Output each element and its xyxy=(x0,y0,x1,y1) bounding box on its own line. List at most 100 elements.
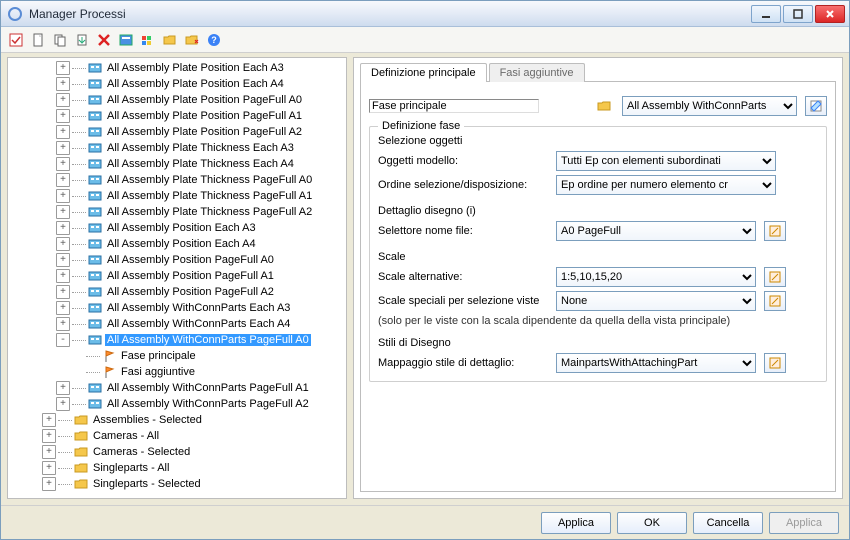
tree-item-label[interactable]: All Assembly Plate Position PageFull A2 xyxy=(105,126,304,138)
tree-item-label[interactable]: Cameras - Selected xyxy=(91,446,192,458)
toolbar-tile-icon[interactable] xyxy=(117,31,135,49)
selettore-select[interactable]: A0 PageFull xyxy=(556,221,756,241)
tree-row[interactable]: + All Assembly Position PageFull A2 xyxy=(10,284,344,300)
tree-item-label[interactable]: Cameras - All xyxy=(91,430,161,442)
expand-toggle-icon[interactable]: + xyxy=(56,157,70,171)
tree-item-label[interactable]: All Assembly Plate Thickness Each A4 xyxy=(105,158,296,170)
tree-row[interactable]: + All Assembly Plate Position PageFull A2 xyxy=(10,124,344,140)
tree-item-label[interactable]: Singleparts - Selected xyxy=(91,478,203,490)
tree-row[interactable]: + Cameras - Selected xyxy=(10,444,344,460)
tree-row[interactable]: + All Assembly Plate Thickness Each A4 xyxy=(10,156,344,172)
expand-toggle-icon[interactable]: + xyxy=(56,109,70,123)
expand-toggle-icon[interactable]: - xyxy=(56,333,70,347)
tree-item-label[interactable]: All Assembly WithConnParts PageFull A1 xyxy=(105,382,311,394)
scale-alt-edit-button[interactable] xyxy=(764,267,786,287)
tree-row[interactable]: + All Assembly Plate Thickness PageFull A… xyxy=(10,172,344,188)
cancel-button[interactable]: Cancella xyxy=(693,512,763,534)
tree-row[interactable]: Fasi aggiuntive xyxy=(10,364,344,380)
tree-item-label[interactable]: All Assembly Position Each A3 xyxy=(105,222,258,234)
tree-item-label[interactable]: All Assembly Plate Thickness PageFull A2 xyxy=(105,206,314,218)
expand-toggle-icon[interactable]: + xyxy=(56,317,70,331)
expand-toggle-icon[interactable]: + xyxy=(56,205,70,219)
expand-toggle-icon[interactable]: + xyxy=(56,237,70,251)
tab-main[interactable]: Definizione principale xyxy=(360,63,487,82)
expand-toggle-icon[interactable]: + xyxy=(56,93,70,107)
expand-toggle-icon[interactable]: + xyxy=(56,77,70,91)
expand-toggle-icon[interactable]: + xyxy=(56,141,70,155)
tree-item-label[interactable]: All Assembly Position PageFull A0 xyxy=(105,254,276,266)
mapping-select[interactable]: MainpartsWithAttachingPart xyxy=(556,353,756,373)
toolbar-new-icon[interactable] xyxy=(29,31,47,49)
tree-row[interactable]: + All Assembly Plate Thickness Each A3 xyxy=(10,140,344,156)
tree-item-label[interactable]: Fasi aggiuntive xyxy=(119,366,197,378)
tree-item-label[interactable]: All Assembly WithConnParts PageFull A2 xyxy=(105,398,311,410)
tree-row[interactable]: +Assemblies - Selected xyxy=(10,412,344,428)
tree-item-label[interactable]: All Assembly Position PageFull A1 xyxy=(105,270,276,282)
toolbar-help-icon[interactable]: ? xyxy=(205,31,223,49)
tree-item-label[interactable]: All Assembly Plate Position Each A3 xyxy=(105,62,286,74)
expand-toggle-icon[interactable]: + xyxy=(56,61,70,75)
tree-row[interactable]: + Cameras - All xyxy=(10,428,344,444)
tree-row[interactable]: +Singleparts - Selected xyxy=(10,476,344,492)
expand-toggle-icon[interactable]: + xyxy=(56,381,70,395)
tree-row[interactable]: + All Assembly Plate Position Each A3 xyxy=(10,60,344,76)
selettore-edit-button[interactable] xyxy=(764,221,786,241)
scale-spec-edit-button[interactable] xyxy=(764,291,786,311)
tree[interactable]: + All Assembly Plate Position Each A3 + All… xyxy=(10,60,344,496)
tree-row[interactable]: + All Assembly Position PageFull A1 xyxy=(10,268,344,284)
tree-item-label[interactable]: Fase principale xyxy=(119,350,198,362)
tree-item-label[interactable]: All Assembly Plate Position PageFull A0 xyxy=(105,94,304,106)
tree-item-label[interactable]: All Assembly Plate Position Each A4 xyxy=(105,78,286,90)
toolbar-select-icon[interactable] xyxy=(7,31,25,49)
tree-row[interactable]: + All Assembly WithConnParts PageFull A1 xyxy=(10,380,344,396)
tree-item-label[interactable]: All Assembly WithConnParts Each A3 xyxy=(105,302,292,314)
tree-row[interactable]: + All Assembly WithConnParts Each A3 xyxy=(10,300,344,316)
toolbar-import-icon[interactable] xyxy=(73,31,91,49)
tree-item-label[interactable]: All Assembly WithConnParts Each A4 xyxy=(105,318,292,330)
tree-item-label[interactable]: All Assembly WithConnParts PageFull A0 xyxy=(105,334,311,346)
main-step-edit-button[interactable] xyxy=(805,96,827,116)
expand-toggle-icon[interactable]: + xyxy=(42,445,56,459)
tree-row[interactable]: + All Assembly WithConnParts Each A4 xyxy=(10,316,344,332)
tree-row[interactable]: - All Assembly WithConnParts PageFull A0 xyxy=(10,332,344,348)
toolbar-color-icon[interactable] xyxy=(139,31,157,49)
expand-toggle-icon[interactable]: + xyxy=(56,125,70,139)
ordine-select[interactable]: Ep ordine per numero elemento cr xyxy=(556,175,776,195)
ok-button[interactable]: OK xyxy=(617,512,687,534)
expand-toggle-icon[interactable]: + xyxy=(56,397,70,411)
expand-toggle-icon[interactable]: + xyxy=(42,461,56,475)
tree-item-label[interactable]: All Assembly Plate Thickness Each A3 xyxy=(105,142,296,154)
scale-spec-select[interactable]: None xyxy=(556,291,756,311)
expand-toggle-icon[interactable]: + xyxy=(42,429,56,443)
expand-toggle-icon[interactable]: + xyxy=(56,269,70,283)
tree-row[interactable]: + All Assembly Plate Position Each A4 xyxy=(10,76,344,92)
tree-item-label[interactable]: All Assembly Plate Position PageFull A1 xyxy=(105,110,304,122)
toolbar-copy-icon[interactable] xyxy=(51,31,69,49)
expand-toggle-icon[interactable]: + xyxy=(56,301,70,315)
tree-item-label[interactable]: All Assembly Position PageFull A2 xyxy=(105,286,276,298)
expand-toggle-icon[interactable]: + xyxy=(56,173,70,187)
toolbar-folder2-icon[interactable] xyxy=(183,31,201,49)
tree-item-label[interactable]: All Assembly Plate Thickness PageFull A1 xyxy=(105,190,314,202)
tree-item-label[interactable]: All Assembly Plate Thickness PageFull A0 xyxy=(105,174,314,186)
apply2-button[interactable]: Applica xyxy=(769,512,839,534)
tree-row[interactable]: +Singleparts - All xyxy=(10,460,344,476)
tree-row[interactable]: + All Assembly Plate Position PageFull A0 xyxy=(10,92,344,108)
tree-item-label[interactable]: All Assembly Position Each A4 xyxy=(105,238,258,250)
tree-row[interactable]: + All Assembly Plate Thickness PageFull A… xyxy=(10,204,344,220)
expand-toggle-icon[interactable]: + xyxy=(56,221,70,235)
maximize-button[interactable] xyxy=(783,5,813,23)
tree-row[interactable]: + All Assembly WithConnParts PageFull A2 xyxy=(10,396,344,412)
tree-row[interactable]: + All Assembly Position Each A4 xyxy=(10,236,344,252)
toolbar-folder1-icon[interactable] xyxy=(161,31,179,49)
scale-alt-select[interactable]: 1:5,10,15,20 xyxy=(556,267,756,287)
tree-row[interactable]: + All Assembly Plate Position PageFull A1 xyxy=(10,108,344,124)
tree-row[interactable]: + All Assembly Position Each A3 xyxy=(10,220,344,236)
tree-row[interactable]: Fase principale xyxy=(10,348,344,364)
main-step-select[interactable]: All Assembly WithConnParts xyxy=(622,96,797,116)
expand-toggle-icon[interactable]: + xyxy=(56,189,70,203)
expand-toggle-icon[interactable]: + xyxy=(56,285,70,299)
minimize-button[interactable] xyxy=(751,5,781,23)
tree-row[interactable]: + All Assembly Plate Thickness PageFull A… xyxy=(10,188,344,204)
toolbar-delete-icon[interactable] xyxy=(95,31,113,49)
